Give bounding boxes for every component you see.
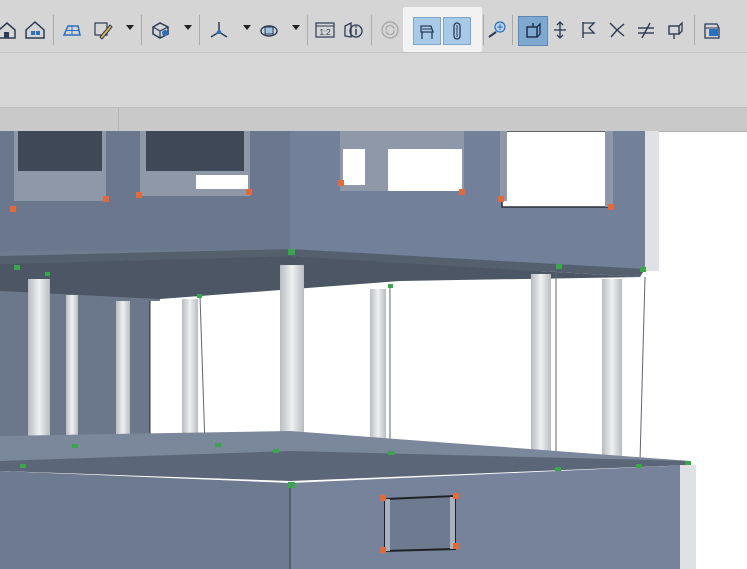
refresh-icon[interactable] xyxy=(377,17,403,43)
parallel-icon[interactable] xyxy=(633,17,659,43)
toolbar-separator xyxy=(512,15,513,45)
flag-icon[interactable] xyxy=(575,17,601,43)
pencil-design-icon[interactable] xyxy=(90,17,116,43)
toolbar-divider xyxy=(118,108,119,131)
toolbar-separator xyxy=(53,15,54,45)
chair-object-icon[interactable] xyxy=(413,17,441,45)
chevron-down-icon[interactable] xyxy=(126,23,134,31)
tertiary-toolbar xyxy=(0,107,747,132)
home-building-icon[interactable] xyxy=(22,17,48,43)
info-icon[interactable] xyxy=(340,17,366,43)
move-vertical-icon[interactable] xyxy=(547,17,573,43)
toolbar-separator xyxy=(141,15,142,45)
layout-page-label: 1:2 xyxy=(319,28,331,37)
axes-3d-icon[interactable] xyxy=(206,17,232,43)
toolbar-separator xyxy=(371,15,372,45)
3d-box-icon[interactable] xyxy=(147,17,173,43)
3d-viewport[interactable] xyxy=(0,131,747,569)
chevron-down-icon[interactable] xyxy=(243,23,251,31)
toolbar-separator xyxy=(307,15,308,45)
main-toolbar: 1:2 xyxy=(0,0,747,53)
orbit-icon[interactable] xyxy=(256,17,282,43)
chevron-down-icon[interactable] xyxy=(292,23,300,31)
toolbar-separator xyxy=(199,15,200,45)
toolbar-separator xyxy=(694,15,695,45)
building-model xyxy=(0,131,696,569)
chevron-down-icon[interactable] xyxy=(184,23,192,31)
marker-icon[interactable] xyxy=(699,17,725,43)
zoom-add-icon[interactable] xyxy=(484,17,510,43)
scatter-icon[interactable] xyxy=(604,17,630,43)
select-box-icon[interactable] xyxy=(518,16,548,46)
floor-plan-icon[interactable] xyxy=(58,17,84,43)
push-icon[interactable] xyxy=(662,17,688,43)
home-story-icon[interactable] xyxy=(0,17,20,43)
column-object-icon[interactable] xyxy=(443,17,471,45)
secondary-toolbar xyxy=(0,53,747,107)
layout-page-icon[interactable]: 1:2 xyxy=(312,17,338,43)
